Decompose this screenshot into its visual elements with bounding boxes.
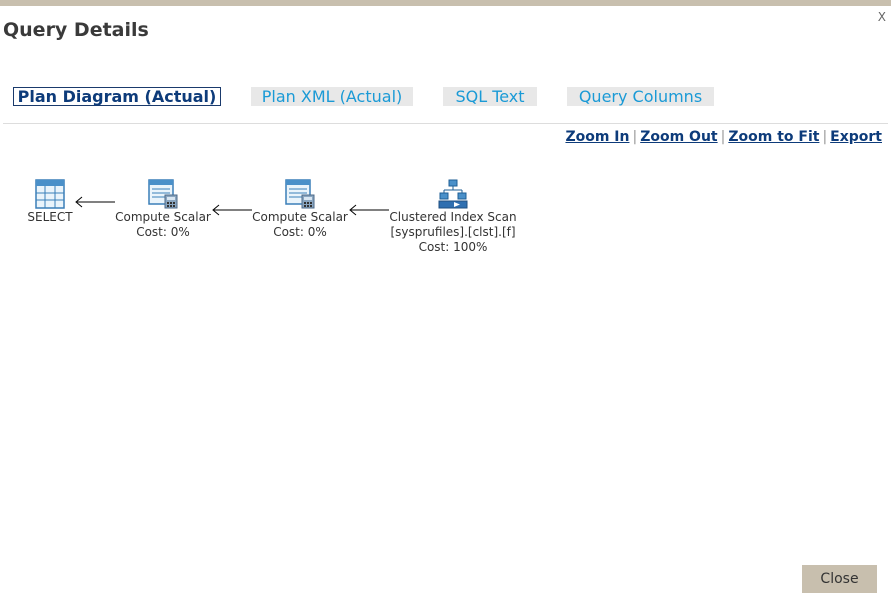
zoom-toolbar: Zoom In | Zoom Out | Zoom to Fit | Export: [565, 129, 882, 145]
arrow-left-icon: [75, 196, 115, 208]
node-cost: Cost: 0%: [136, 225, 190, 239]
tab-plan-xml[interactable]: Plan XML (Actual): [251, 87, 413, 106]
close-x-icon[interactable]: X: [878, 10, 886, 24]
export-link[interactable]: Export: [830, 129, 882, 145]
node-name: SELECT: [27, 210, 73, 224]
tab-plan-diagram[interactable]: Plan Diagram (Actual): [13, 87, 221, 106]
separator: |: [720, 129, 726, 145]
clustered-index-scan-icon: [438, 179, 468, 209]
tab-query-columns[interactable]: Query Columns: [567, 87, 714, 106]
zoom-out-link[interactable]: Zoom Out: [640, 129, 717, 145]
plan-node-compute-scalar-1[interactable]: Compute Scalar Cost: 0%: [113, 179, 213, 240]
zoom-in-link[interactable]: Zoom In: [565, 129, 629, 145]
plan-node-clustered-index-scan[interactable]: Clustered Index Scan [sysprufiles].[clst…: [386, 179, 520, 255]
plan-node-select[interactable]: SELECT: [20, 179, 80, 225]
node-name: Compute Scalar: [252, 210, 348, 224]
zoom-to-fit-link[interactable]: Zoom to Fit: [728, 129, 819, 145]
node-name: Compute Scalar: [115, 210, 211, 224]
arrow-left-icon: [349, 204, 389, 216]
arrow-left-icon: [212, 204, 252, 216]
separator: |: [632, 129, 638, 145]
node-cost: Cost: 100%: [418, 240, 488, 254]
close-button[interactable]: Close: [802, 565, 877, 593]
plan-node-compute-scalar-2[interactable]: Compute Scalar Cost: 0%: [250, 179, 350, 240]
node-cost: Cost: 0%: [273, 225, 327, 239]
tab-divider: [3, 123, 888, 124]
tab-bar: Plan Diagram (Actual) Plan XML (Actual) …: [0, 87, 891, 107]
select-table-icon: [35, 179, 65, 209]
compute-scalar-icon: [285, 179, 315, 209]
dialog-title: Query Details: [3, 19, 149, 41]
compute-scalar-icon: [148, 179, 178, 209]
node-name: Clustered Index Scan: [389, 210, 517, 224]
tab-sql-text[interactable]: SQL Text: [443, 87, 537, 106]
dialog-top-bar: [0, 0, 891, 6]
separator: |: [822, 129, 828, 145]
node-detail: [sysprufiles].[clst].[f]: [390, 225, 516, 239]
